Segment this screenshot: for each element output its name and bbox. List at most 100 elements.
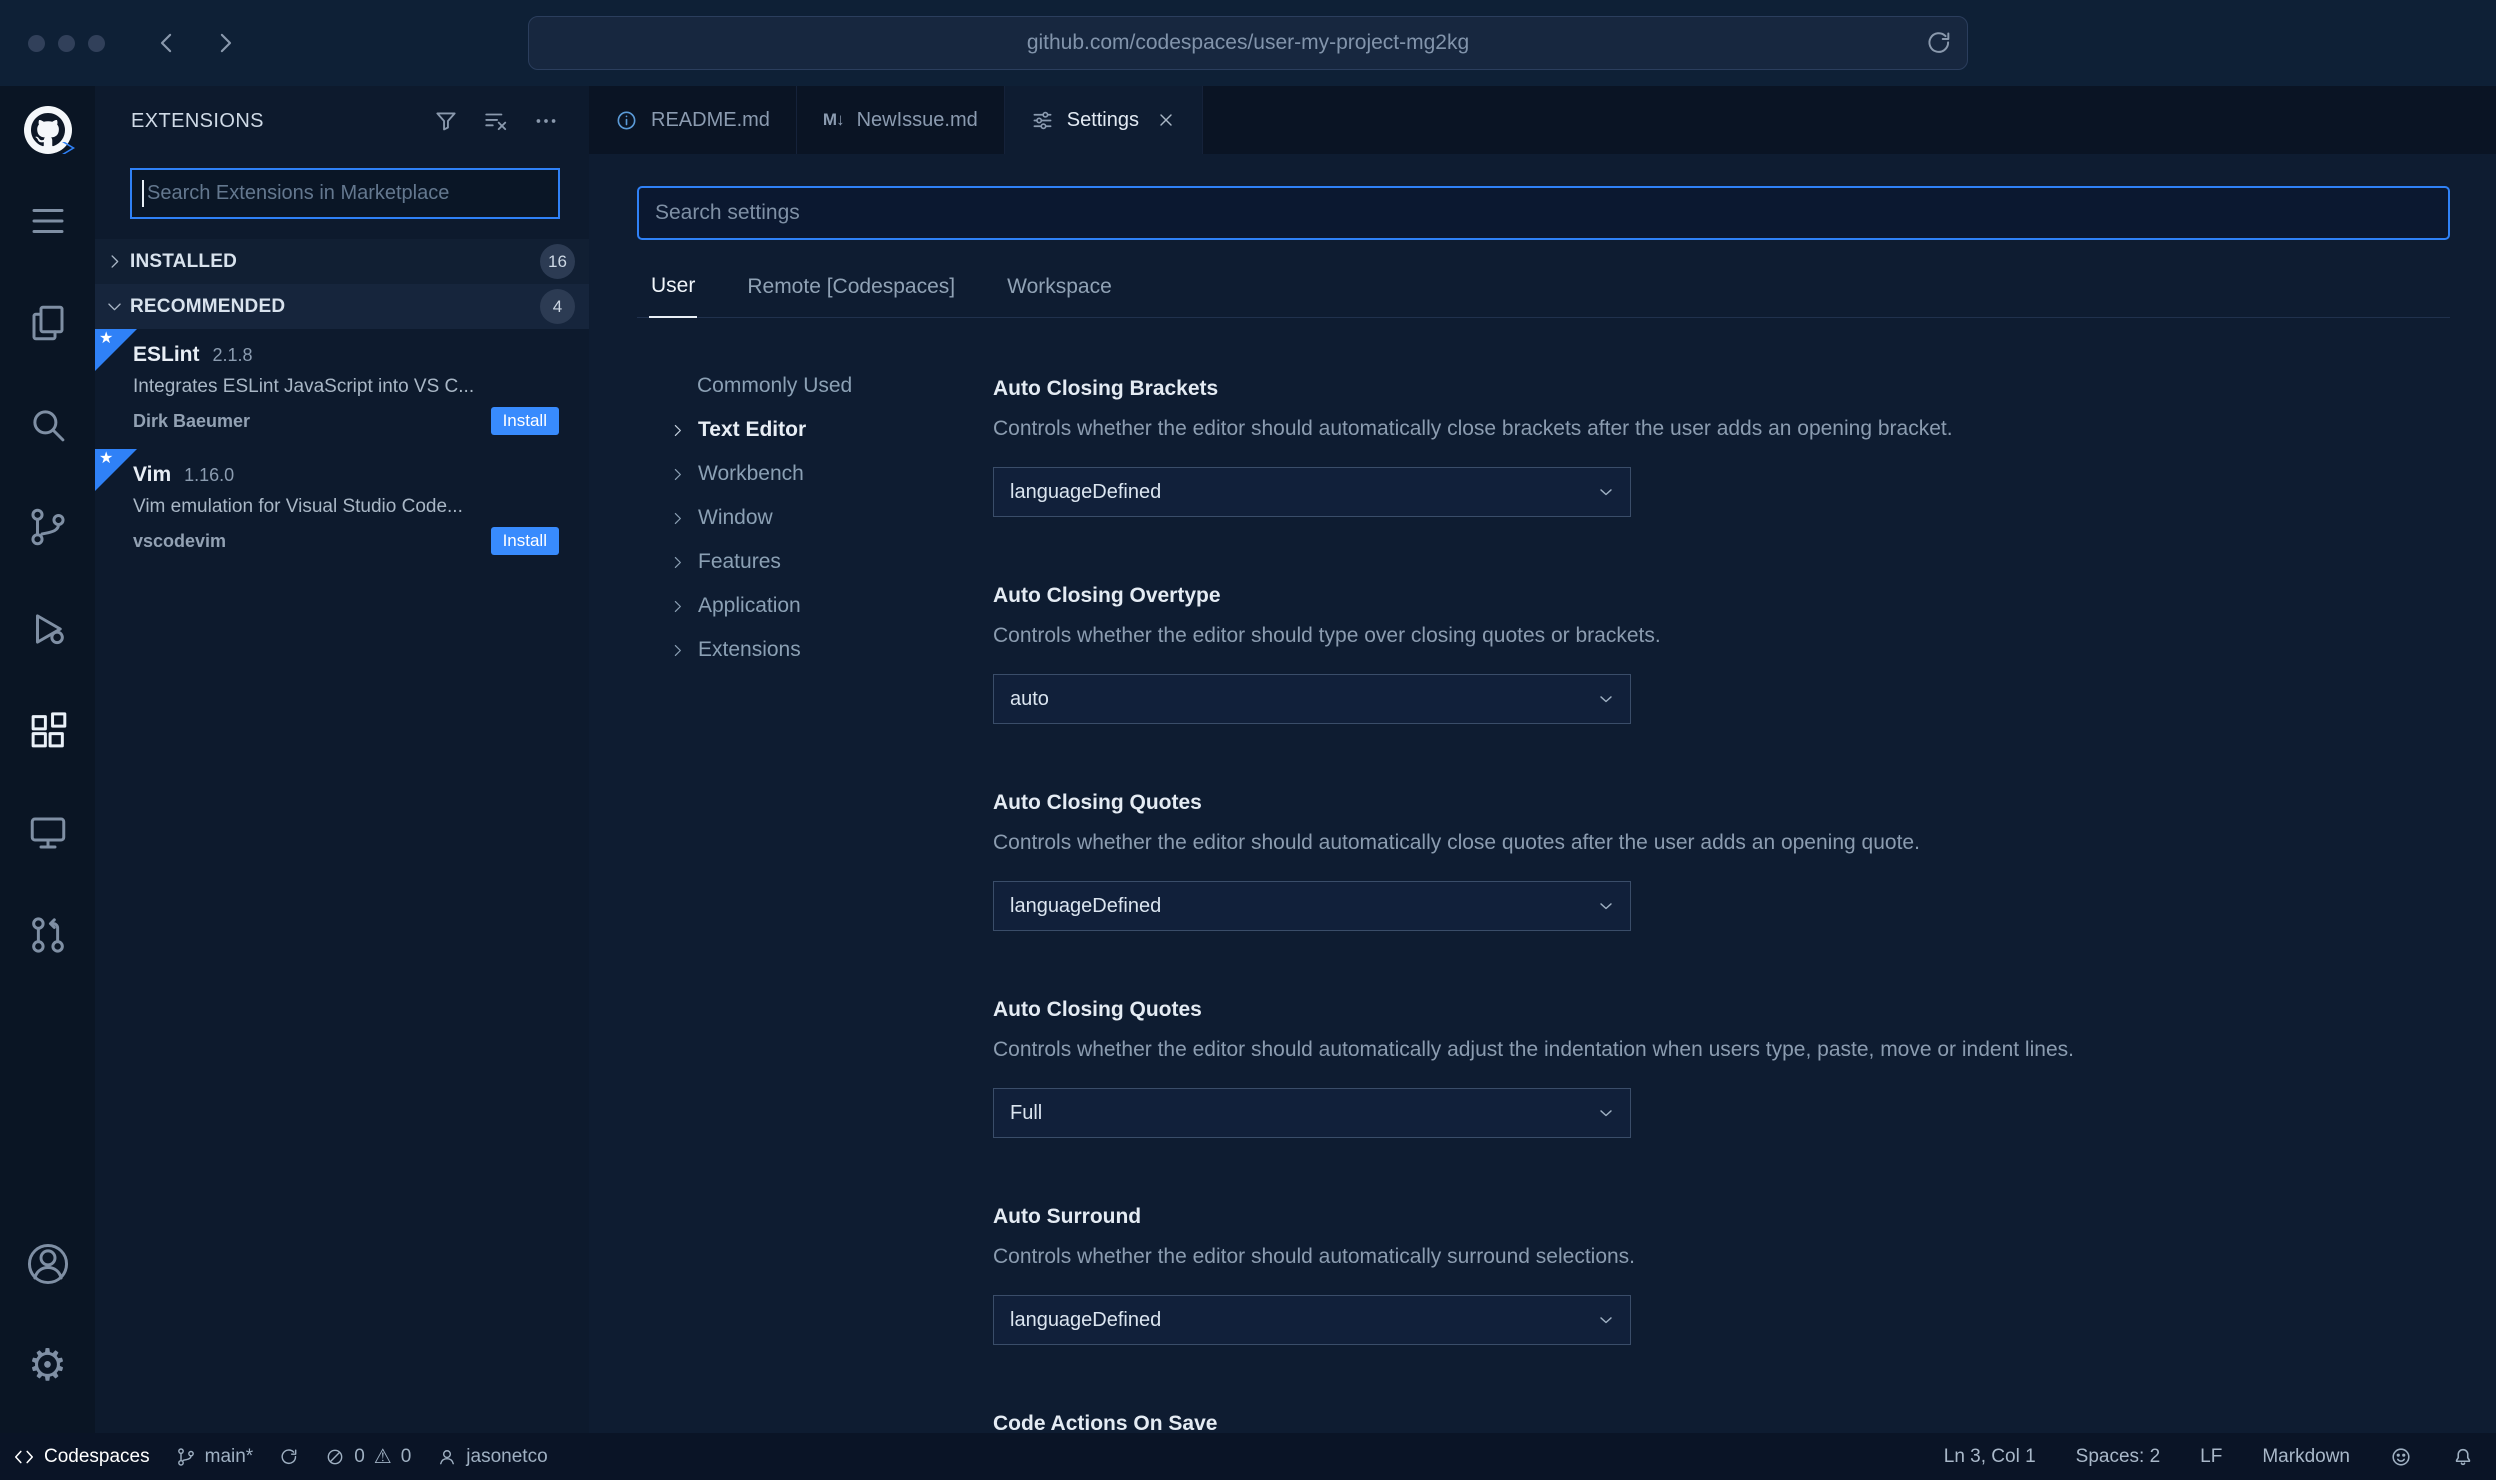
search-icon: [32, 410, 64, 442]
browser-back-button[interactable]: [147, 23, 187, 63]
chevron-left-icon: [160, 33, 172, 53]
toc-text-editor[interactable]: Text Editor: [669, 408, 967, 452]
extensions-search-box[interactable]: [130, 168, 560, 219]
browser-forward-button[interactable]: [205, 23, 245, 63]
setting-dropdown[interactable]: Full: [993, 1088, 1631, 1138]
setting-dropdown[interactable]: languageDefined: [993, 467, 1631, 517]
setting-dropdown[interactable]: languageDefined: [993, 881, 1631, 931]
recommended-count-badge: 4: [540, 289, 575, 324]
setting-description: Controls whether the editor should autom…: [993, 417, 1953, 440]
extensions-icon: [31, 712, 66, 748]
indentation-button[interactable]: Spaces: 2: [2076, 1446, 2161, 1468]
setting-entry: Auto Surround Controls whether the edito…: [993, 1204, 2450, 1345]
toc-label: Workbench: [698, 462, 804, 485]
refresh-icon: [1928, 32, 1950, 53]
setting-description: Controls whether the editor should autom…: [993, 831, 1920, 854]
toc-features[interactable]: Features: [669, 540, 967, 584]
scope-tab-workspace[interactable]: Workspace: [1005, 268, 1114, 317]
sync-changes-button[interactable]: [266, 1433, 312, 1480]
setting-title: Auto Closing Overtype: [993, 584, 1221, 607]
cursor-position-button[interactable]: Ln 3, Col 1: [1944, 1446, 2036, 1468]
sync-icon: [281, 1448, 297, 1464]
section-label: INSTALLED: [130, 250, 237, 272]
tab-settings[interactable]: Settings: [1004, 86, 1203, 154]
filter-extensions-button[interactable]: [433, 108, 459, 134]
section-recommended[interactable]: RECOMMENDED 4: [95, 284, 589, 329]
tab-readme[interactable]: README.md: [589, 86, 797, 154]
dropdown-value: auto: [1010, 687, 1049, 710]
extension-publisher: vscodevim: [133, 530, 227, 551]
activity-settings-button[interactable]: ⚙: [0, 1315, 95, 1417]
more-actions-button[interactable]: [533, 108, 559, 134]
feedback-smiley-icon: [2392, 1447, 2410, 1466]
tab-newissue[interactable]: M↓ NewIssue.md: [796, 86, 1005, 154]
browser-refresh-button[interactable]: [1925, 29, 1953, 57]
toc-label: Extensions: [698, 638, 801, 661]
star-icon: ★: [99, 450, 114, 467]
toc-window[interactable]: Window: [669, 496, 967, 540]
close-icon: [1160, 114, 1172, 126]
setting-entry: Auto Closing Quotes Controls whether the…: [993, 790, 2450, 931]
activity-search-button[interactable]: [0, 374, 95, 476]
activity-explorer-button[interactable]: [0, 272, 95, 374]
toc-application[interactable]: Application: [669, 584, 967, 628]
activity-extensions-button[interactable]: [0, 680, 95, 782]
window-controls: [28, 34, 105, 52]
git-branch-icon: [30, 508, 65, 546]
close-tab-button[interactable]: [1156, 110, 1176, 130]
activity-pull-requests-button[interactable]: [0, 884, 95, 986]
scope-tab-user[interactable]: User: [649, 268, 698, 318]
problems-button[interactable]: 0 ⚠ 0: [312, 1433, 424, 1480]
activity-source-control-button[interactable]: [0, 476, 95, 578]
scope-tab-remote[interactable]: Remote [Codespaces]: [745, 268, 957, 317]
extension-version: 1.16.0: [184, 465, 235, 485]
setting-dropdown[interactable]: auto: [993, 674, 1631, 724]
codespaces-remote-button[interactable]: Codespaces: [0, 1433, 163, 1480]
panel-title: EXTENSIONS: [131, 109, 264, 132]
window-maximize-button[interactable]: [88, 34, 105, 52]
eol-button[interactable]: LF: [2200, 1446, 2222, 1468]
extension-list-item[interactable]: ★ Vim 1.16.0 Vim emulation for Visual St…: [95, 449, 589, 569]
error-icon: [327, 1449, 343, 1464]
window-minimize-button[interactable]: [58, 34, 75, 52]
language-mode-button[interactable]: Markdown: [2262, 1446, 2350, 1468]
pull-request-icon: [31, 917, 64, 953]
clear-extensions-search-button[interactable]: [483, 108, 509, 134]
username: jasonetco: [466, 1445, 548, 1467]
section-installed[interactable]: INSTALLED 16: [95, 239, 589, 284]
toc-workbench[interactable]: Workbench: [669, 452, 967, 496]
signed-in-user-button[interactable]: jasonetco: [424, 1433, 560, 1480]
activity-account-button[interactable]: [0, 1213, 95, 1315]
window-close-button[interactable]: [28, 34, 45, 52]
extension-version: 2.1.8: [212, 345, 253, 365]
extension-description: Vim emulation for Visual Studio Code...: [133, 496, 463, 517]
branch-button[interactable]: main*: [163, 1433, 267, 1480]
notifications-button[interactable]: [2452, 1446, 2474, 1468]
setting-entry: Code Actions On Save: [993, 1411, 2450, 1433]
explorer-files-icon: [32, 305, 63, 341]
activity-run-debug-button[interactable]: [0, 578, 95, 680]
activity-menu-button[interactable]: [0, 170, 95, 272]
markdown-icon: M↓: [822, 110, 845, 129]
tab-bar: README.md M↓ NewIssue.md Settings: [589, 86, 2496, 154]
setting-dropdown[interactable]: languageDefined: [993, 1295, 1631, 1345]
toc-extensions[interactable]: Extensions: [669, 628, 967, 672]
extensions-panel-header: EXTENSIONS: [95, 86, 589, 156]
star-icon: ★: [99, 330, 114, 347]
extension-list-item[interactable]: ★ ESLint 2.1.8 Integrates ESLint JavaScr…: [95, 329, 589, 449]
toc-commonly-used[interactable]: Commonly Used: [669, 364, 967, 408]
feedback-button[interactable]: [2390, 1446, 2412, 1468]
install-button[interactable]: Install: [490, 527, 559, 555]
dropdown-value: languageDefined: [1010, 480, 1162, 503]
chevron-right-icon: [674, 468, 681, 480]
git-branch-icon: [177, 1447, 194, 1466]
browser-address-bar[interactable]: github.com/codespaces/user-my-project-mg…: [528, 16, 1968, 70]
activity-remote-explorer-button[interactable]: [0, 782, 95, 884]
install-button[interactable]: Install: [490, 407, 559, 435]
vscode-blue-accent-icon: [61, 142, 75, 154]
setting-title: Auto Closing Brackets: [993, 377, 1219, 400]
extensions-search-input[interactable]: [145, 181, 548, 206]
browser-chrome: github.com/codespaces/user-my-project-mg…: [0, 0, 2496, 86]
settings-search-input[interactable]: [637, 186, 2450, 240]
setting-entry: Auto Closing Quotes Controls whether the…: [993, 997, 2450, 1138]
